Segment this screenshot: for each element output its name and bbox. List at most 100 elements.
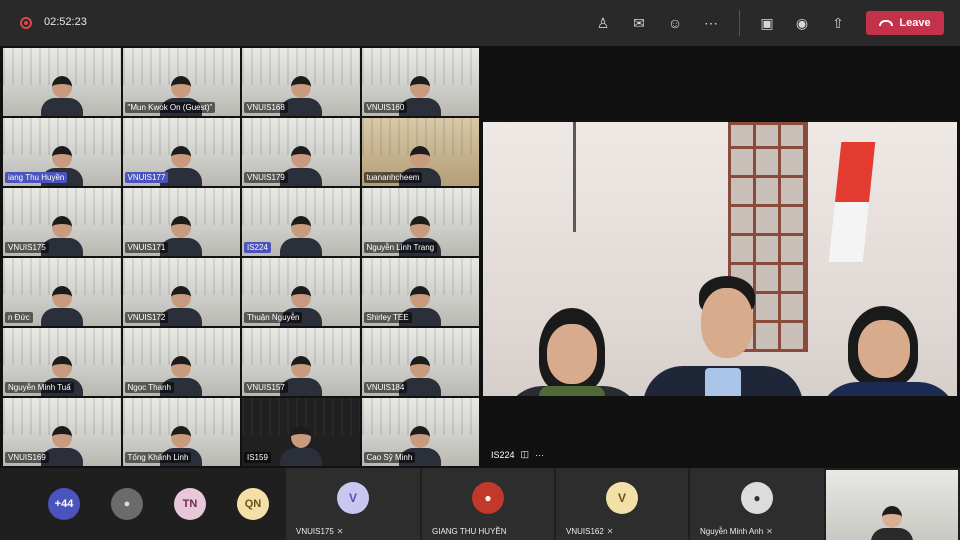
participant-name: IS159 [244, 452, 271, 463]
self-view-person [869, 502, 915, 540]
hang-up-icon [879, 20, 894, 26]
participant-tile[interactable]: VNUIS168 [242, 48, 360, 116]
roster-tile[interactable]: V VNUIS175 ✕ [286, 468, 420, 540]
participant-tile[interactable]: Ngọc Thanh [122, 328, 240, 396]
participant-tile[interactable]: iang Thu Huyền [3, 118, 121, 186]
flag-icon [828, 142, 876, 262]
participant-tile[interactable]: Thuận Nguyễn [242, 258, 360, 326]
participant-name: IS224 [244, 242, 271, 253]
avatar: V [337, 482, 369, 514]
participant-name: tuananhcheem [363, 172, 423, 183]
reactions-icon[interactable]: ☺ [665, 13, 685, 33]
avatar-tn[interactable]: TN [174, 488, 206, 520]
participant-tile[interactable]: n Đức [3, 258, 121, 326]
participants-icon[interactable]: ♙ [593, 13, 613, 33]
participant-name: VNUIS172 [124, 312, 169, 323]
roster-name: VNUIS162 [566, 527, 604, 536]
roster-name: VNUIS175 [296, 527, 334, 536]
participant-name: Ngọc Thanh [124, 382, 174, 393]
participant-tile[interactable]: IS224 [242, 188, 360, 256]
roster-tile[interactable]: ● GIANG THU HUYỀN [422, 468, 554, 540]
participant-name: VNUIS184 [363, 382, 408, 393]
participant-name: Thuận Nguyễn [244, 312, 303, 323]
wall-cable [573, 122, 576, 232]
profile-photo-icon: ● [484, 491, 492, 505]
roster-name: Nguyễn Minh Anh [700, 527, 764, 536]
recording-icon [20, 17, 32, 29]
self-view-video[interactable] [826, 470, 958, 540]
participant-tile[interactable] [3, 48, 121, 116]
main-video-name: IS224 [491, 449, 515, 460]
avatar-initials: QN [244, 498, 262, 510]
mic-icon[interactable]: ◉ [792, 13, 812, 33]
participant-tile[interactable]: IS159 [242, 398, 360, 466]
more-icon[interactable]: ⋯ [701, 13, 721, 33]
participant-video [39, 72, 85, 116]
avatar-initials: TN [182, 498, 198, 510]
roster-name-wrap: VNUIS175 ✕ [296, 527, 344, 536]
share-icon[interactable]: ⇧ [828, 13, 848, 33]
participant-tile[interactable]: Tống Khánh Linh [122, 398, 240, 466]
participant-tile[interactable]: Cao Sỹ Minh [361, 398, 479, 466]
participant-name: VNUIS177 [124, 172, 169, 183]
participant-tile[interactable]: Nguyễn Linh Trang [361, 188, 479, 256]
participant-tile[interactable]: Shirley TEE [361, 258, 479, 326]
participant-gallery: "Mun Kwok On (Guest)" VNUIS168 VNUIS160 ian… [3, 48, 479, 466]
participant-tile[interactable]: VNUIS157 [242, 328, 360, 396]
participant-video [39, 282, 85, 326]
roster-tile[interactable]: ● Nguyễn Minh Anh ✕ [690, 468, 824, 540]
profile-photo-icon: ● [753, 491, 761, 505]
video-stage: "Mun Kwok On (Guest)" VNUIS168 VNUIS160 ian… [0, 46, 960, 468]
mic-off-icon: ✕ [336, 527, 344, 536]
meeting-timer: 02:52:23 [44, 16, 87, 28]
leave-button[interactable]: Leave [866, 11, 944, 35]
overflow-participants-button[interactable]: +44 [48, 488, 80, 520]
chat-icon[interactable]: ✉ [629, 13, 649, 33]
camera-icon[interactable]: ▣ [757, 13, 777, 33]
main-video-label: IS224 ◫ ··· [491, 449, 544, 460]
participant-tile[interactable]: VNUIS179 [242, 118, 360, 186]
screen-share-icon: ◫ [520, 449, 530, 459]
roster-name-wrap: Nguyễn Minh Anh ✕ [700, 527, 773, 536]
avatar-user[interactable]: ● [111, 488, 143, 520]
main-video-more-button[interactable]: ··· [535, 450, 544, 460]
participant-tile[interactable]: VNUIS184 [361, 328, 479, 396]
participant-tile[interactable]: tuananhcheem [361, 118, 479, 186]
participant-tile[interactable]: Nguyễn Minh Tuấ [3, 328, 121, 396]
roster-tile[interactable]: V VNUIS162 ✕ [556, 468, 688, 540]
mic-off-icon: ✕ [766, 527, 773, 536]
avatar-initials: V [617, 491, 626, 505]
participant-video [278, 422, 324, 466]
participant-tile[interactable]: VNUIS160 [361, 48, 479, 116]
participant-name: VNUIS179 [244, 172, 288, 183]
participant-name: Tống Khánh Linh [124, 452, 192, 463]
participant-name: VNUIS169 [5, 452, 49, 463]
participant-name: VNUIS168 [244, 102, 288, 113]
participant-name: Shirley TEE [363, 312, 412, 323]
avatar: V [606, 482, 638, 514]
participant-name: "Mun Kwok On (Guest)" [124, 102, 216, 113]
user-icon: ● [123, 498, 131, 510]
participant-name: VNUIS157 [244, 382, 288, 393]
avatar-initials: V [348, 491, 357, 505]
participant-tile[interactable]: VNUIS172 [122, 258, 240, 326]
avatar: ● [472, 482, 504, 514]
participant-name: VNUIS171 [124, 242, 169, 253]
avatar: ● [741, 482, 773, 514]
participant-tile[interactable]: "Mun Kwok On (Guest)" [122, 48, 240, 116]
leave-label: Leave [899, 17, 931, 29]
mic-off-icon: ✕ [606, 527, 614, 536]
participant-roster: +44 ● TN QN V VNUIS175 ✕ ● GIANG THU HUYỀ… [0, 468, 960, 540]
participant-name: Nguyễn Linh Trang [363, 242, 438, 253]
participant-tile[interactable]: VNUIS175 [3, 188, 121, 256]
overflow-count: +44 [54, 498, 74, 510]
participant-name: VNUIS175 [5, 242, 49, 253]
main-video-letterbox-bottom: IS224 ◫ ··· [483, 396, 957, 466]
participant-tile[interactable]: VNUIS177 [122, 118, 240, 186]
participant-name: Cao Sỹ Minh [363, 452, 416, 463]
participant-name: Nguyễn Minh Tuấ [5, 382, 74, 393]
avatar-qn[interactable]: QN [237, 488, 269, 520]
main-video-letterbox-top [483, 48, 957, 122]
participant-tile[interactable]: VNUIS171 [122, 188, 240, 256]
participant-tile[interactable]: VNUIS169 [3, 398, 121, 466]
